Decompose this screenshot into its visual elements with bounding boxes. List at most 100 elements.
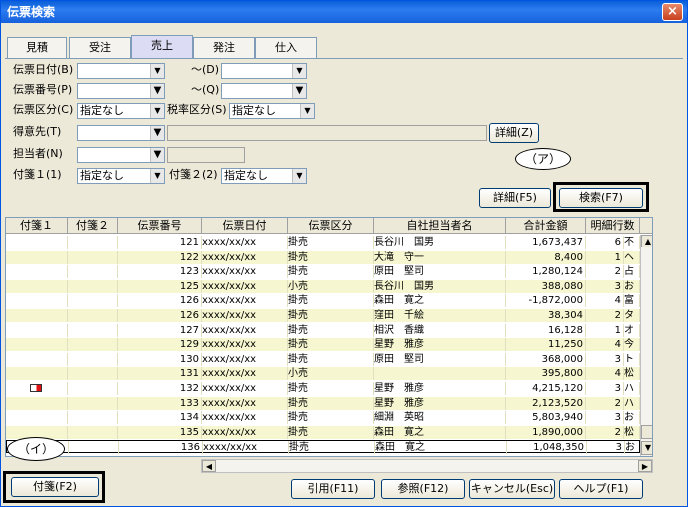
table-cell: ハ: [624, 396, 640, 410]
table-cell: 掛売: [288, 396, 374, 410]
table-row[interactable]: 122 xxxx/xx/xx 掛売 大滝 守一 8,400 1 ヘ: [6, 250, 640, 264]
table-cell: 6: [586, 236, 624, 249]
date-from-combo[interactable]: ▼: [77, 63, 165, 79]
tab-purchase[interactable]: 仕入: [255, 37, 317, 59]
tag2-select[interactable]: 指定なし ▼: [221, 168, 307, 184]
table-row[interactable]: 125 xxxx/xx/xx 小売 長谷川 国男 388,080 3 お: [6, 279, 640, 293]
table-cell: xxxx/xx/xx: [202, 265, 288, 279]
table-cell: 1: [586, 323, 624, 337]
table-cell: 掛売: [288, 265, 374, 279]
tab-order[interactable]: 受注: [69, 37, 131, 59]
table-cell: [6, 411, 68, 425]
table-row[interactable]: 136 xxxx/xx/xx 掛売 森田 寛之 1,048,350 3 お: [6, 440, 641, 455]
table-cell: 長谷川 国男: [374, 236, 506, 249]
tab-estimate[interactable]: 見積: [7, 37, 67, 59]
quote-button[interactable]: 引用(F11): [291, 479, 375, 499]
col-tag2[interactable]: 付箋２: [68, 218, 118, 234]
table-cell: 1,280,124: [506, 265, 586, 279]
table-cell: [68, 323, 118, 337]
table-cell: xxxx/xx/xx: [202, 309, 288, 322]
table-row[interactable]: 130 xxxx/xx/xx 掛売 原田 堅司 368,000 3 ト: [6, 352, 640, 366]
help-button[interactable]: ヘルプ(F1): [559, 479, 643, 499]
col-slip-kind[interactable]: 伝票区分: [288, 218, 374, 234]
table-cell: [6, 338, 68, 352]
table-row[interactable]: 127 xxxx/xx/xx 掛売 相沢 香織 16,128 1 オ: [6, 323, 640, 337]
tab-sales[interactable]: 売上: [131, 35, 193, 59]
search-list-icon[interactable]: ▼: [292, 84, 306, 98]
scroll-right-icon[interactable]: ▶: [638, 460, 652, 472]
table-cell: 掛売: [289, 441, 375, 455]
table-cell: 原田 堅司: [374, 352, 506, 366]
tax-select[interactable]: 指定なし ▼: [229, 103, 315, 119]
tag1-select[interactable]: 指定なし ▼: [77, 168, 165, 184]
col-slip-date[interactable]: 伝票日付: [202, 218, 288, 234]
col-line-count[interactable]: 明細行数: [586, 218, 640, 234]
number-from-input[interactable]: ▼: [77, 83, 165, 99]
table-cell: 掛売: [288, 411, 374, 425]
table-cell: [68, 367, 118, 381]
tab-purchase-order[interactable]: 発注: [193, 37, 255, 59]
close-button[interactable]: ×: [662, 3, 683, 21]
table-cell: 3: [587, 441, 625, 455]
tag-button[interactable]: 付箋(F2): [11, 477, 99, 497]
number-to-input[interactable]: ▼: [221, 83, 307, 99]
tag1-label: 付箋１(1): [13, 168, 62, 181]
staff-label: 担当者(N): [13, 147, 63, 160]
table-cell: 窪田 千絵: [374, 309, 506, 322]
scroll-thumb[interactable]: [641, 425, 652, 439]
staff-code-input[interactable]: ▼: [77, 147, 165, 163]
table-cell: 掛売: [288, 425, 374, 439]
table-row[interactable]: 135 xxxx/xx/xx 掛売 森田 寛之 1,890,000 2 松: [6, 425, 640, 439]
table-cell: 16,128: [506, 323, 586, 337]
table-cell: [68, 236, 118, 249]
table-row[interactable]: 126 xxxx/xx/xx 掛売 森田 寛之 -1,872,000 4 富: [6, 294, 640, 308]
table-cell: 3: [586, 411, 624, 425]
table-cell: [6, 294, 68, 308]
table-row[interactable]: 133 xxxx/xx/xx 掛売 星野 雅彦 2,123,520 2 ハ: [6, 396, 640, 410]
customer-code-input[interactable]: ▼: [77, 125, 165, 141]
table-cell: 5,803,940: [506, 411, 586, 425]
scroll-down-icon[interactable]: ▼: [641, 441, 652, 455]
table-cell: xxxx/xx/xx: [202, 236, 288, 249]
table-cell: 134: [118, 411, 202, 425]
search-list-icon[interactable]: ▼: [150, 84, 164, 98]
col-slip-number[interactable]: 伝票番号: [118, 218, 202, 234]
table-row[interactable]: 123 xxxx/xx/xx 掛売 原田 堅司 1,280,124 2 占: [6, 265, 640, 279]
table-cell: 掛売: [288, 323, 374, 337]
col-total[interactable]: 合計金額: [506, 218, 586, 234]
table-row[interactable]: 131 xxxx/xx/xx 小売 395,800 4 松: [6, 367, 640, 381]
table-cell: 1: [586, 250, 624, 264]
table-row[interactable]: 126 xxxx/xx/xx 掛売 窪田 千絵 38,304 2 タ: [6, 309, 640, 322]
kind-select[interactable]: 指定なし ▼: [77, 103, 165, 119]
date-label: 伝票日付(B): [13, 63, 74, 76]
search-list-icon[interactable]: ▼: [150, 126, 164, 140]
table-cell: 富: [624, 294, 640, 308]
cancel-button[interactable]: キャンセル(Esc): [469, 479, 555, 499]
vertical-scrollbar[interactable]: ▲ ▼: [640, 235, 652, 456]
search-list-icon[interactable]: ▼: [150, 148, 164, 162]
scroll-left-icon[interactable]: ◀: [202, 460, 216, 472]
table-row[interactable]: 129 xxxx/xx/xx 掛売 星野 雅彦 11,250 4 今: [6, 338, 640, 352]
table-cell: xxxx/xx/xx: [202, 250, 288, 264]
scroll-track[interactable]: [641, 247, 652, 423]
reference-button[interactable]: 参照(F12): [381, 479, 465, 499]
table-cell: [68, 396, 118, 410]
table-row[interactable]: 121 xxxx/xx/xx 掛売 長谷川 国男 1,673,437 6 不: [6, 236, 640, 249]
table-cell: 121: [118, 236, 202, 249]
callout-a: （ア）: [515, 148, 571, 170]
detail-f5-button[interactable]: 詳細(F5): [479, 188, 551, 208]
horizontal-scrollbar[interactable]: ◀ ▶: [201, 459, 653, 473]
col-staff-name[interactable]: 自社担当者名: [374, 218, 506, 234]
table-cell: [68, 265, 118, 279]
table-cell: xxxx/xx/xx: [202, 294, 288, 308]
table-cell: [68, 309, 118, 322]
col-tag1[interactable]: 付箋１: [6, 218, 68, 234]
tax-label: 税率区分(S): [167, 103, 227, 116]
table-cell: [68, 279, 118, 293]
table-cell: 星野 雅彦: [374, 338, 506, 352]
customer-detail-button[interactable]: 詳細(Z): [489, 123, 539, 143]
search-button[interactable]: 検索(F7): [559, 188, 643, 208]
date-to-combo[interactable]: ▼: [221, 63, 307, 79]
table-row[interactable]: 134 xxxx/xx/xx 掛売 細淵 英昭 5,803,940 3 お: [6, 411, 640, 425]
table-row[interactable]: 132 xxxx/xx/xx 掛売 星野 雅彦 4,215,120 3 ハ: [6, 382, 640, 395]
